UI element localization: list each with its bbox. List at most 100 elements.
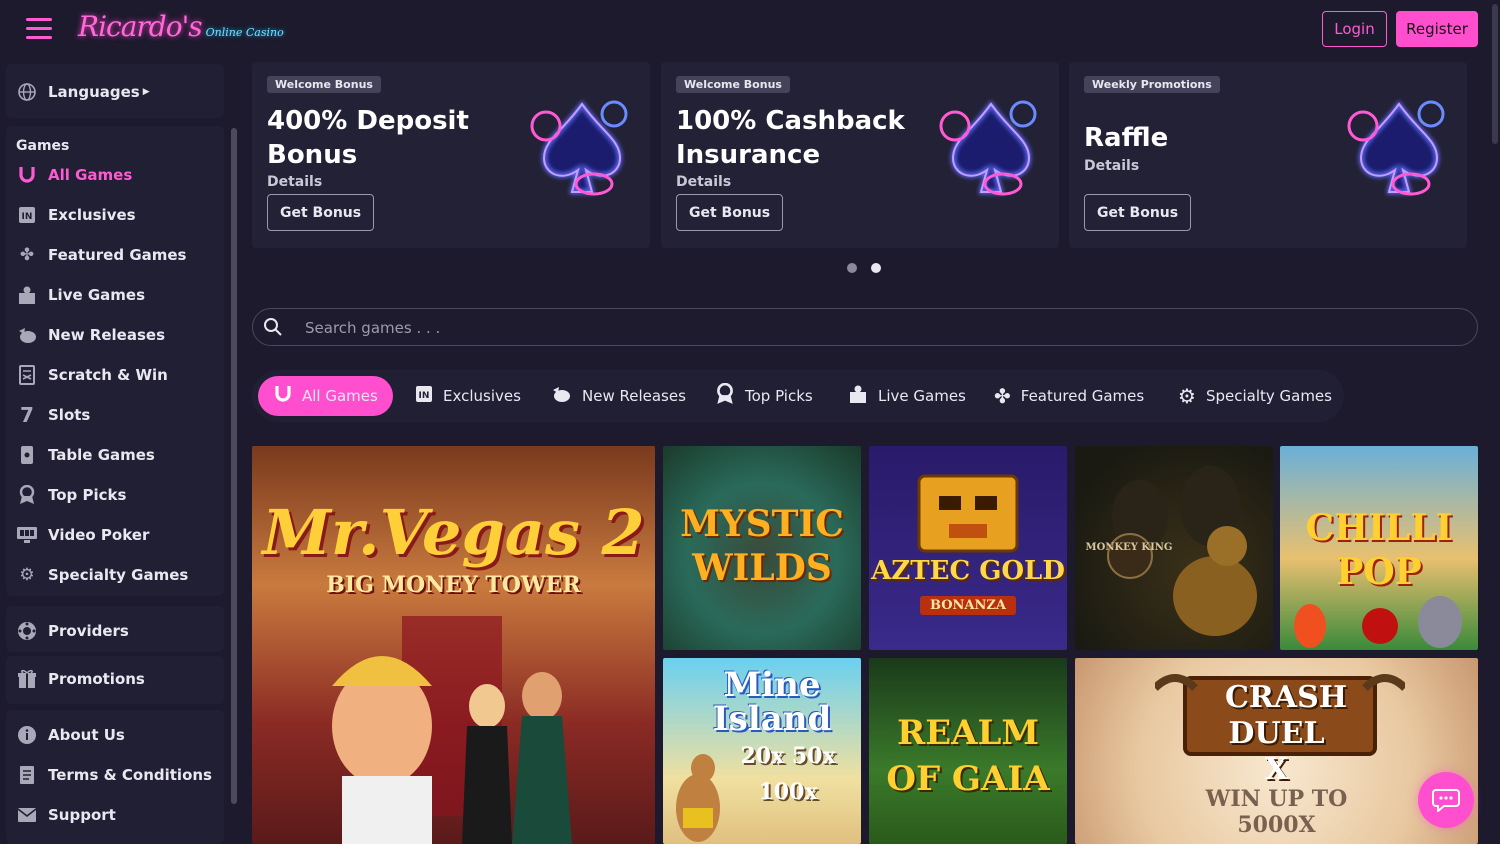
page-scrollbar[interactable] [1490,0,1500,844]
sidebar-item-exclusives[interactable]: IN Exclusives [16,203,136,227]
game-subtitle: BONANZA [869,596,1067,615]
get-bonus-button[interactable]: Get Bonus [1084,194,1192,231]
search-bar [252,308,1478,346]
tab-top-picks[interactable]: Top Picks [715,376,813,416]
exclusive-icon: IN [16,205,38,225]
sidebar-item-label: About Us [48,726,125,744]
sidebar-item-label: Live Games [48,286,146,304]
sidebar-item-label: Slots [48,406,91,424]
caret-right-icon: ▶ [142,87,150,97]
tab-featured-games[interactable]: ✤ Featured Games [994,376,1144,416]
sidebar-item-label: Table Games [48,446,155,464]
live-chat-button[interactable] [1418,772,1474,828]
sidebar-item-label: Video Poker [48,526,150,544]
exclusive-icon: IN [415,384,433,408]
menu-icon[interactable] [26,18,52,40]
promo-details-link[interactable]: Details [1084,158,1139,174]
sidebar-item-slots[interactable]: 7 Slots [16,403,90,427]
sidebar-item-promotions[interactable]: Promotions [16,667,145,691]
slot-seven-icon: 7 [20,403,34,427]
carousel-dot[interactable] [847,263,857,273]
game-tile[interactable]: MYSTIC WILDS [663,446,861,650]
game-character-art [332,616,572,844]
promo-card[interactable]: Welcome Bonus 400% Deposit Bonus Details … [252,62,650,248]
svg-text:IN: IN [22,212,33,222]
tab-live-games[interactable]: Live Games [848,376,966,416]
sidebar-item-terms[interactable]: Terms & Conditions [16,763,212,787]
login-button[interactable]: Login [1322,11,1387,47]
sidebar-item-top-picks[interactable]: Top Picks [16,483,126,507]
tab-new-releases[interactable]: New Releases [550,376,686,416]
tab-all-games[interactable]: All Games [258,376,393,416]
video-poker-icon [16,525,38,545]
sidebar-item-providers[interactable]: Providers [16,619,129,643]
aztec-mask-icon [917,474,1019,553]
neon-spade-icon [939,100,1037,196]
gear-icon: ⚙ [1178,384,1196,408]
neon-spade-icon [1347,100,1445,196]
promo-card[interactable]: Weekly Promotions Raffle Details Get Bon… [1069,62,1467,248]
game-tile[interactable]: Mr.Vegas 2 BIG MONEY TOWER [252,446,655,844]
neon-spade-icon [530,100,628,196]
sidebar-item-live-games[interactable]: Live Games [16,283,145,307]
carousel-dots [847,263,881,273]
sidebar-item-video-poker[interactable]: Video Poker [16,523,149,547]
sidebar-item-label: Exclusives [48,206,136,224]
game-tile[interactable]: Mine Island 20x 50x 100x [663,658,861,844]
sidebar-item-label: New Releases [48,326,165,344]
sidebar-item-label: Featured Games [48,246,187,264]
sidebar-item-specialty-games[interactable]: ⚙ Specialty Games [16,563,188,587]
search-icon [264,318,282,336]
get-bonus-button[interactable]: Get Bonus [267,194,375,231]
promo-tag: Weekly Promotions [1084,76,1220,93]
languages-selector[interactable]: Languages ▶ [16,80,150,104]
sidebar-item-about-us[interactable]: About Us [16,723,125,747]
search-input[interactable] [303,315,1457,341]
promo-details-link[interactable]: Details [267,174,322,190]
live-dealer-icon [16,285,38,305]
sidebar-scrollbar[interactable] [231,128,237,804]
tab-label: Specialty Games [1205,387,1332,405]
live-dealer-icon [848,384,868,409]
game-tile[interactable]: MONKEY KING [1075,446,1273,650]
page-scrollbar-thumb[interactable] [1492,4,1498,144]
promo-tag: Welcome Bonus [267,76,381,93]
sidebar-item-scratch-win[interactable]: Scratch & Win [16,363,168,387]
game-subtitle: BIG MONEY TOWER [326,572,581,598]
sidebar-item-label: Top Picks [48,486,127,504]
game-tile[interactable]: REALM OF GAIA [869,658,1067,844]
game-subtitle: 20x 50x 100x [740,743,836,805]
game-tile[interactable]: CHILLI POP [1280,446,1478,650]
sidebar-item-featured-games[interactable]: ✤ Featured Games [16,243,187,267]
game-title: CRASH DUEL X [1225,680,1348,787]
kangaroo-art [676,754,720,842]
register-button[interactable]: Register [1396,11,1478,47]
logo[interactable]: Ricardo's Online Casino [78,10,284,50]
sidebar-item-label: All Games [48,166,133,184]
game-title: MONKEY KING [1085,542,1173,553]
tab-label: New Releases [582,387,686,405]
tab-exclusives[interactable]: IN Exclusives [415,376,521,416]
sidebar-item-support[interactable]: Support [16,803,116,827]
carousel-dot-active[interactable] [871,263,881,273]
logo-sub: Online Casino [205,26,284,39]
promo-details-link[interactable]: Details [676,174,731,190]
promo-title: Raffle [1084,123,1169,153]
sidebar-item-all-games[interactable]: All Games [16,163,132,187]
envelope-icon [16,805,38,825]
tab-specialty-games[interactable]: ⚙ Specialty Games [1178,376,1332,416]
sidebar-item-table-games[interactable]: Table Games [16,443,155,467]
tab-label: Exclusives [443,387,521,405]
clover-icon: ✤ [994,384,1011,408]
svg-text:IN: IN [419,391,430,401]
languages-label: Languages [48,83,140,101]
game-tile[interactable]: CRASH DUEL X WIN UP TO 5000X [1075,658,1478,844]
globe-icon [16,82,38,102]
new-release-icon [16,325,38,345]
clover-icon: ✤ [19,245,35,265]
get-bonus-button[interactable]: Get Bonus [676,194,784,231]
tab-label: Live Games [878,387,966,405]
sidebar-item-new-releases[interactable]: New Releases [16,323,165,347]
game-tile[interactable]: AZTEC GOLD BONANZA [869,446,1067,650]
promo-card[interactable]: Welcome Bonus 100% Cashback Insurance Det… [661,62,1059,248]
